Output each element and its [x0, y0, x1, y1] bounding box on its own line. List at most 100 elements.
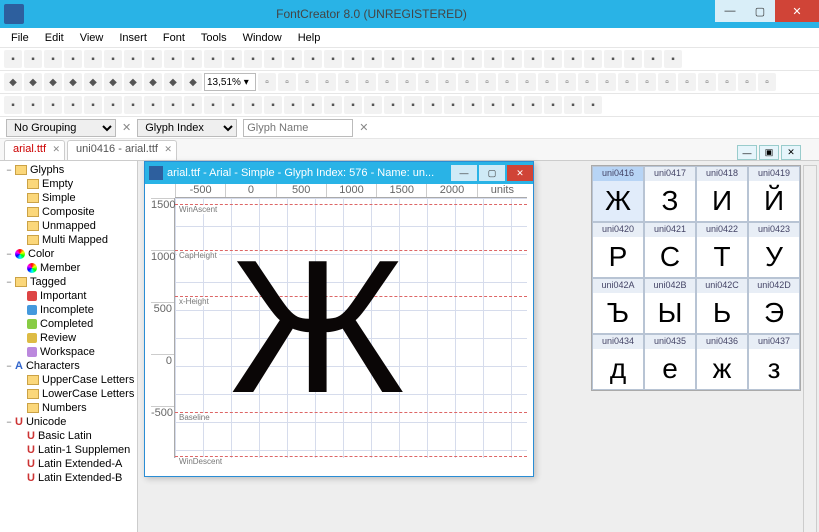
tree-item[interactable]: ULatin Extended-A	[0, 457, 137, 471]
close-button[interactable]: ✕	[775, 0, 819, 22]
tree-item[interactable]: UBasic Latin	[0, 429, 137, 443]
toolbar-button[interactable]: ▪	[284, 50, 302, 68]
tree-item[interactable]: ULatin-1 Supplemen	[0, 443, 137, 457]
tree-item[interactable]: −Tagged	[0, 275, 137, 289]
tree-item[interactable]: Member	[0, 261, 137, 275]
tree-item[interactable]: Multi Mapped	[0, 233, 137, 247]
toolbar-button[interactable]: ▪	[264, 50, 282, 68]
tree-item[interactable]: Unmapped	[0, 219, 137, 233]
glyph-outline[interactable]: Ж	[230, 232, 405, 422]
tree-item[interactable]: −ACharacters	[0, 359, 137, 373]
toolbar-button[interactable]: ▪	[24, 96, 42, 114]
toolbar-button[interactable]: ▪	[444, 50, 462, 68]
toolbar-button[interactable]: ▪	[44, 96, 62, 114]
toolbar-button[interactable]: ▪	[244, 50, 262, 68]
document-tab[interactable]: arial.ttf✕	[4, 140, 65, 160]
toolbar-button[interactable]: ▪	[484, 96, 502, 114]
glyph-cell[interactable]: uni0421С	[644, 222, 696, 278]
toolbar-button[interactable]: ▪	[384, 96, 402, 114]
toolbar-button[interactable]: ▫	[418, 73, 436, 91]
toolbar-button[interactable]: ◆	[84, 73, 102, 91]
mdi-minimize-button[interactable]: —	[737, 145, 757, 160]
tree-item[interactable]: UpperCase Letters	[0, 373, 137, 387]
glyph-cell[interactable]: uni0434д	[592, 334, 644, 390]
toolbar-button[interactable]: ▫	[278, 73, 296, 91]
glyph-cell[interactable]: uni0417З	[644, 166, 696, 222]
maximize-button[interactable]: ▢	[745, 0, 775, 22]
toolbar-button[interactable]: ▫	[398, 73, 416, 91]
tree-item[interactable]: Composite	[0, 205, 137, 219]
toolbar-button[interactable]: ▪	[504, 50, 522, 68]
grouping-select[interactable]: No Grouping	[6, 119, 116, 137]
glyph-cell[interactable]: uni0419Й	[748, 166, 800, 222]
document-tab[interactable]: uni0416 - arial.ttf✕	[67, 140, 177, 160]
toolbar-button[interactable]: ▫	[338, 73, 356, 91]
toolbar-button[interactable]: ▪	[384, 50, 402, 68]
toolbar-button[interactable]: ▫	[758, 73, 776, 91]
toolbar-button[interactable]: ▪	[564, 50, 582, 68]
toolbar-button[interactable]: ▪	[324, 96, 342, 114]
toolbar-button[interactable]: ▫	[378, 73, 396, 91]
clear-icon[interactable]: ✕	[122, 121, 131, 134]
tree-item[interactable]: −Color	[0, 247, 137, 261]
tree-item[interactable]: Simple	[0, 191, 137, 205]
glyph-cell[interactable]: uni0423У	[748, 222, 800, 278]
toolbar-button[interactable]: ▫	[298, 73, 316, 91]
toolbar-button[interactable]: ▪	[264, 96, 282, 114]
mdi-close-button[interactable]: ✕	[781, 145, 801, 160]
toolbar-button[interactable]: ▪	[204, 50, 222, 68]
toolbar-button[interactable]: ▪	[464, 96, 482, 114]
toolbar-button[interactable]: ▪	[244, 96, 262, 114]
toolbar-button[interactable]: ▪	[24, 50, 42, 68]
clear-name-icon[interactable]: ✕	[359, 121, 368, 134]
toolbar-button[interactable]: ◆	[144, 73, 162, 91]
toolbar-button[interactable]: ▪	[124, 50, 142, 68]
glyph-name-input[interactable]	[243, 119, 353, 137]
menu-font[interactable]: Font	[156, 30, 192, 46]
toolbar-button[interactable]: ▫	[698, 73, 716, 91]
toolbar-button[interactable]: ▪	[444, 96, 462, 114]
glyph-cell[interactable]: uni0435е	[644, 334, 696, 390]
toolbar-button[interactable]: ▪	[464, 50, 482, 68]
toolbar-button[interactable]: ▪	[64, 96, 82, 114]
toolbar-button[interactable]: ◆	[104, 73, 122, 91]
toolbar-button[interactable]: ▪	[304, 96, 322, 114]
toolbar-button[interactable]: ▫	[578, 73, 596, 91]
toolbar-button[interactable]: ▪	[504, 96, 522, 114]
toolbar-button[interactable]: ▪	[524, 96, 542, 114]
toolbar-button[interactable]: ▪	[144, 50, 162, 68]
toolbar-button[interactable]: ▪	[404, 50, 422, 68]
menu-help[interactable]: Help	[291, 30, 328, 46]
tree-item[interactable]: ULatin Extended-B	[0, 471, 137, 485]
toolbar-button[interactable]: ▪	[484, 50, 502, 68]
toolbar-button[interactable]: ▪	[104, 96, 122, 114]
toolbar-button[interactable]: ▫	[558, 73, 576, 91]
tree-item[interactable]: Numbers	[0, 401, 137, 415]
toolbar-button[interactable]: ▪	[184, 96, 202, 114]
glyph-cell[interactable]: uni042AЪ	[592, 278, 644, 334]
glyph-cell[interactable]: uni042BЫ	[644, 278, 696, 334]
toolbar-button[interactable]: ▪	[544, 50, 562, 68]
toolbar-button[interactable]: ▪	[204, 96, 222, 114]
toolbar-button[interactable]: ◆	[124, 73, 142, 91]
menu-file[interactable]: File	[4, 30, 36, 46]
toolbar-button[interactable]: ▪	[604, 50, 622, 68]
toolbar-button[interactable]: ▪	[84, 96, 102, 114]
mdi-restore-button[interactable]: ▣	[759, 145, 779, 160]
toolbar-button[interactable]: ▪	[4, 96, 22, 114]
glyph-cell[interactable]: uni0422Т	[696, 222, 748, 278]
toolbar-button[interactable]: ▪	[144, 96, 162, 114]
toolbar-button[interactable]: ◆	[64, 73, 82, 91]
toolbar-button[interactable]: ▫	[718, 73, 736, 91]
tree-item[interactable]: Review	[0, 331, 137, 345]
toolbar-button[interactable]: ▪	[644, 50, 662, 68]
toolbar-button[interactable]: ▫	[498, 73, 516, 91]
glyph-cell[interactable]: uni042DЭ	[748, 278, 800, 334]
toolbar-button[interactable]: ▪	[524, 50, 542, 68]
toolbar-button[interactable]: ▫	[658, 73, 676, 91]
toolbar-button[interactable]: ▪	[184, 50, 202, 68]
glyph-cell[interactable]: uni042CЬ	[696, 278, 748, 334]
glyph-cell[interactable]: uni0436ж	[696, 334, 748, 390]
toolbar-button[interactable]: ▪	[284, 96, 302, 114]
toolbar-button[interactable]: ▪	[424, 96, 442, 114]
